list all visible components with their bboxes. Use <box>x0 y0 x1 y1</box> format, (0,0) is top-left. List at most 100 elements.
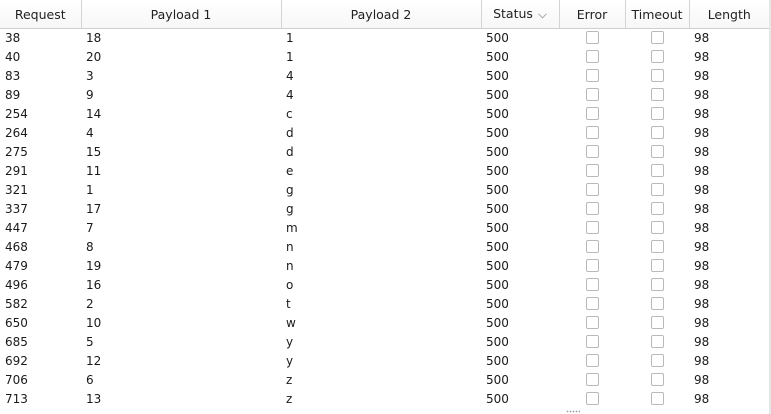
error-checkbox[interactable] <box>585 31 599 44</box>
column-header-timeout[interactable]: Timeout <box>625 0 690 29</box>
cell-status: 500 <box>486 88 509 102</box>
error-checkbox[interactable] <box>585 69 599 82</box>
cell-payload2: d <box>286 126 294 140</box>
error-checkbox[interactable] <box>585 145 599 158</box>
cell-request: 650 <box>5 316 28 330</box>
timeout-checkbox[interactable] <box>650 183 664 196</box>
table-row[interactable]: 582 2 t 500 98 <box>0 295 769 314</box>
table-row[interactable]: 38 18 1 500 98 <box>0 29 769 49</box>
error-checkbox[interactable] <box>585 278 599 291</box>
column-header-request[interactable]: Request <box>0 0 82 29</box>
timeout-checkbox[interactable] <box>650 31 664 44</box>
error-checkbox[interactable] <box>585 316 599 329</box>
table-row[interactable]: 706 6 z 500 98 <box>0 371 769 390</box>
table-row[interactable]: 713 13 z 500 98 <box>0 390 769 409</box>
table-row[interactable]: 83 3 4 500 98 <box>0 67 769 86</box>
timeout-checkbox[interactable] <box>650 354 664 367</box>
cell-length: 98 <box>694 145 710 159</box>
column-header-label: Error <box>576 6 608 22</box>
cell-status: 500 <box>486 183 509 197</box>
cell-payload1: 8 <box>86 240 94 254</box>
table-row[interactable]: 89 9 4 500 98 <box>0 86 769 105</box>
timeout-checkbox[interactable] <box>650 221 664 234</box>
timeout-checkbox[interactable] <box>650 88 664 101</box>
column-header-payload-1[interactable]: Payload 1 <box>81 0 282 29</box>
cell-length: 98 <box>694 126 710 140</box>
cell-payload1: 1 <box>86 183 94 197</box>
cell-request: 38 <box>5 31 21 45</box>
cell-payload2: d <box>286 145 294 159</box>
cell-timeout <box>625 124 689 143</box>
error-checkbox[interactable] <box>585 259 599 272</box>
timeout-checkbox[interactable] <box>650 278 664 291</box>
cell-payload2: o <box>286 278 294 292</box>
column-header-label: Payload 1 <box>150 6 212 22</box>
error-checkbox[interactable] <box>585 221 599 234</box>
cell-timeout <box>625 390 689 409</box>
resize-grip[interactable] <box>566 410 580 413</box>
error-checkbox[interactable] <box>585 50 599 63</box>
cell-payload1: 6 <box>86 373 94 387</box>
error-checkbox[interactable] <box>585 107 599 120</box>
timeout-checkbox[interactable] <box>650 373 664 386</box>
column-header-error[interactable]: Error <box>559 0 626 29</box>
table-row[interactable]: 291 11 e 500 98 <box>0 162 769 181</box>
table-row[interactable]: 275 15 d 500 98 <box>0 143 769 162</box>
table-row[interactable]: 685 5 y 500 98 <box>0 333 769 352</box>
timeout-checkbox[interactable] <box>650 69 664 82</box>
cell-status: 500 <box>486 316 509 330</box>
table-row[interactable]: 264 4 d 500 98 <box>0 124 769 143</box>
cell-timeout <box>625 238 689 257</box>
cell-timeout <box>625 181 689 200</box>
table-row[interactable]: 321 1 g 500 98 <box>0 181 769 200</box>
timeout-checkbox[interactable] <box>650 145 664 158</box>
table-row[interactable]: 254 14 c 500 98 <box>0 105 769 124</box>
table-row[interactable]: 692 12 y 500 98 <box>0 352 769 371</box>
timeout-checkbox[interactable] <box>650 392 664 405</box>
error-checkbox[interactable] <box>585 297 599 310</box>
error-checkbox[interactable] <box>585 183 599 196</box>
error-checkbox[interactable] <box>585 240 599 253</box>
table-row[interactable]: 40 20 1 500 98 <box>0 48 769 67</box>
cell-status: 500 <box>486 392 509 406</box>
error-checkbox[interactable] <box>585 202 599 215</box>
error-checkbox[interactable] <box>585 164 599 177</box>
table-row[interactable]: 496 16 o 500 98 <box>0 276 769 295</box>
timeout-checkbox[interactable] <box>650 107 664 120</box>
cell-timeout <box>625 371 689 390</box>
timeout-checkbox[interactable] <box>650 335 664 348</box>
timeout-checkbox[interactable] <box>650 259 664 272</box>
error-checkbox[interactable] <box>585 392 599 405</box>
timeout-checkbox[interactable] <box>650 126 664 139</box>
column-header-label: Length <box>707 6 751 22</box>
cell-payload2: z <box>286 373 293 387</box>
cell-payload1: 3 <box>86 69 94 83</box>
timeout-checkbox[interactable] <box>650 297 664 310</box>
table-row[interactable]: 650 10 w 500 98 <box>0 314 769 333</box>
error-checkbox[interactable] <box>585 88 599 101</box>
column-header-payload-2[interactable]: Payload 2 <box>281 0 482 29</box>
column-header-length[interactable]: Length <box>689 0 769 29</box>
cell-error <box>559 390 625 409</box>
cell-error <box>559 371 625 390</box>
cell-request: 40 <box>5 50 21 64</box>
timeout-checkbox[interactable] <box>650 202 664 215</box>
cell-request: 706 <box>5 373 28 387</box>
error-checkbox[interactable] <box>585 126 599 139</box>
timeout-checkbox[interactable] <box>650 50 664 63</box>
timeout-checkbox[interactable] <box>650 240 664 253</box>
cell-length: 98 <box>694 354 710 368</box>
error-checkbox[interactable] <box>585 373 599 386</box>
table-row[interactable]: 468 8 n 500 98 <box>0 238 769 257</box>
table-row[interactable]: 479 19 n 500 98 <box>0 257 769 276</box>
timeout-checkbox[interactable] <box>650 164 664 177</box>
column-header-status[interactable]: Status <box>481 0 560 29</box>
timeout-checkbox[interactable] <box>650 316 664 329</box>
table-row[interactable]: 447 7 m 500 98 <box>0 219 769 238</box>
error-checkbox[interactable] <box>585 354 599 367</box>
cell-error <box>559 276 625 295</box>
cell-payload2: y <box>286 354 294 368</box>
error-checkbox[interactable] <box>585 335 599 348</box>
cell-length: 98 <box>694 88 710 102</box>
table-row[interactable]: 337 17 g 500 98 <box>0 200 769 219</box>
